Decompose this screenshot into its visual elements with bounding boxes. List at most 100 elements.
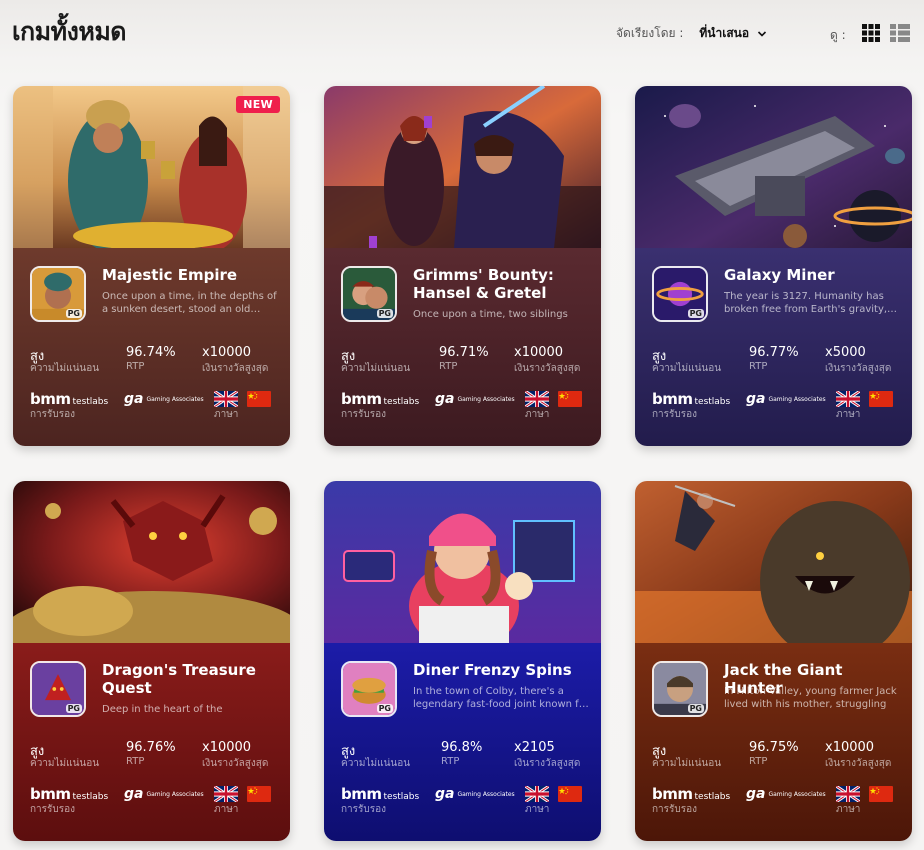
card-info-panel: PG Dragon's Treasure Quest Deep in the h… [13, 643, 290, 841]
gaming-associates-logo: ga Gaming Associates [746, 786, 826, 802]
max-win-value: x5000 [825, 345, 866, 360]
game-thumbnail: PG [652, 661, 708, 717]
rtp-value: 96.71% [439, 345, 489, 360]
pg-logo: PG [65, 309, 82, 318]
china-flag-icon[interactable] [558, 391, 582, 407]
game-art-image [635, 86, 912, 248]
chevron-down-icon[interactable] [757, 29, 767, 39]
language-label: ภาษา [836, 409, 861, 420]
game-description: In Hilton Valley, young farmer Jack live… [724, 686, 897, 710]
game-art-image [635, 481, 912, 643]
uk-flag-icon[interactable] [836, 786, 860, 802]
uk-flag-icon[interactable] [214, 786, 238, 802]
rtp-label: RTP [126, 756, 145, 767]
certification-label: การรับรอง [341, 804, 387, 815]
china-flag-icon[interactable] [247, 391, 271, 407]
game-card-galaxy-miner[interactable]: PG Galaxy Miner The year is 3127. Humani… [635, 86, 912, 446]
game-description: Deep in the heart of the mysterious [102, 704, 223, 715]
sort-dropdown[interactable]: ที่นำเสนอ [699, 24, 767, 43]
gaming-associates-logo: ga Gaming Associates [746, 391, 826, 407]
game-card-grimms-bounty[interactable]: PG Grimms' Bounty: Hansel & Gretel Once … [324, 86, 601, 446]
pg-logo: PG [376, 309, 393, 318]
uk-flag-icon[interactable] [214, 391, 238, 407]
game-name: Dragon's Treasure Quest [102, 661, 256, 697]
max-win-label: เงินรางวัลสูงสุด [202, 758, 269, 769]
china-flag-icon[interactable] [869, 391, 893, 407]
china-flag-icon[interactable] [247, 786, 271, 802]
china-flag-icon[interactable] [869, 786, 893, 802]
game-thumbnail: PG [341, 661, 397, 717]
card-info-panel: PG Majestic Empire Once upon a time, in … [13, 248, 290, 446]
rtp-value: 96.74% [126, 345, 176, 360]
pg-logo: PG [687, 309, 704, 318]
max-win-label: เงินรางวัลสูงสุด [202, 363, 269, 374]
game-thumbnail: PG [652, 266, 708, 322]
sort-value[interactable]: ที่นำเสนอ [699, 24, 749, 43]
gaming-associates-logo: ga Gaming Associates [435, 391, 515, 407]
card-info-panel: PG Jack the Giant Hunter In Hilton Valle… [635, 643, 912, 841]
game-card-majestic-empire[interactable]: NEW PG Majestic Empire Once upon a time,… [13, 86, 290, 446]
card-info-panel: PG Grimms' Bounty: Hansel & Gretel Once … [324, 248, 601, 446]
rtp-value: 96.8% [441, 740, 483, 755]
rtp-value: 96.77% [749, 345, 799, 360]
china-flag-icon[interactable] [558, 786, 582, 802]
bmm-testlabs-logo: bmm testlabs [30, 785, 109, 803]
sort-bar: จัดเรียงโดย : ที่นำเสนอ [616, 24, 767, 43]
certification-label: การรับรอง [30, 409, 76, 420]
bmm-testlabs-logo: bmm testlabs [30, 390, 109, 408]
game-name: Grimms' Bounty: Hansel & Gretel [413, 266, 554, 302]
bmm-testlabs-logo: bmm testlabs [341, 785, 420, 803]
game-thumbnail: PG [30, 661, 86, 717]
game-card-jack-the-giant-hunter[interactable]: PG Jack the Giant Hunter In Hilton Valle… [635, 481, 912, 841]
volatility-label: ความไม่แน่นอน [652, 758, 722, 769]
language-label: ภาษา [525, 804, 550, 815]
game-description: The year is 3127. Humanity has broken fr… [724, 291, 898, 315]
bmm-testlabs-logo: bmm testlabs [341, 390, 420, 408]
rtp-label: RTP [749, 361, 768, 372]
page-title: เกมทั้งหมด [12, 17, 127, 46]
game-card-dragons-treasure-quest[interactable]: PG Dragon's Treasure Quest Deep in the h… [13, 481, 290, 841]
rtp-label: RTP [441, 756, 460, 767]
certification-label: การรับรอง [341, 409, 387, 420]
certification-label: การรับรอง [30, 804, 76, 815]
volatility-label: ความไม่แน่นอน [341, 363, 411, 374]
game-name: Diner Frenzy Spins [413, 661, 572, 679]
certification-label: การรับรอง [652, 804, 698, 815]
max-win-value: x10000 [825, 740, 875, 755]
card-info-panel: PG Diner Frenzy Spins In the town of Col… [324, 643, 601, 841]
max-win-label: เงินรางวัลสูงสุด [514, 758, 581, 769]
certification-label: การรับรอง [652, 409, 698, 420]
rtp-label: RTP [126, 361, 145, 372]
game-art-image [13, 481, 290, 643]
pg-logo: PG [376, 704, 393, 713]
game-name: Galaxy Miner [724, 266, 835, 284]
rtp-label: RTP [439, 361, 458, 372]
game-description: Once upon a time, two siblings [413, 309, 568, 320]
max-win-value: x10000 [202, 740, 252, 755]
game-description: Once upon a time, in the depths of a sun… [102, 291, 277, 315]
game-art-image [324, 86, 601, 248]
rtp-value: 96.75% [749, 740, 799, 755]
game-thumbnail: PG [30, 266, 86, 322]
grid-view-icon[interactable] [862, 24, 880, 42]
max-win-label: เงินรางวัลสูงสุด [514, 363, 581, 374]
uk-flag-icon[interactable] [525, 786, 549, 802]
uk-flag-icon[interactable] [836, 391, 860, 407]
game-card-diner-frenzy-spins[interactable]: PG Diner Frenzy Spins In the town of Col… [324, 481, 601, 841]
max-win-value: x2105 [514, 740, 555, 755]
list-view-icon[interactable] [890, 24, 910, 42]
bmm-testlabs-logo: bmm testlabs [652, 390, 731, 408]
language-label: ภาษา [214, 804, 239, 815]
bmm-testlabs-logo: bmm testlabs [652, 785, 731, 803]
card-info-panel: PG Galaxy Miner The year is 3127. Humani… [635, 248, 912, 446]
game-description: In the town of Colby, there's a legendar… [413, 686, 589, 710]
max-win-label: เงินรางวัลสูงสุด [825, 758, 892, 769]
view-label: ดู : [830, 28, 846, 42]
uk-flag-icon[interactable] [525, 391, 549, 407]
volatility-label: ความไม่แน่นอน [341, 758, 411, 769]
gaming-associates-logo: ga Gaming Associates [435, 786, 515, 802]
max-win-value: x10000 [202, 345, 252, 360]
pg-logo: PG [65, 704, 82, 713]
pg-logo: PG [687, 704, 704, 713]
new-badge: NEW [236, 96, 280, 113]
